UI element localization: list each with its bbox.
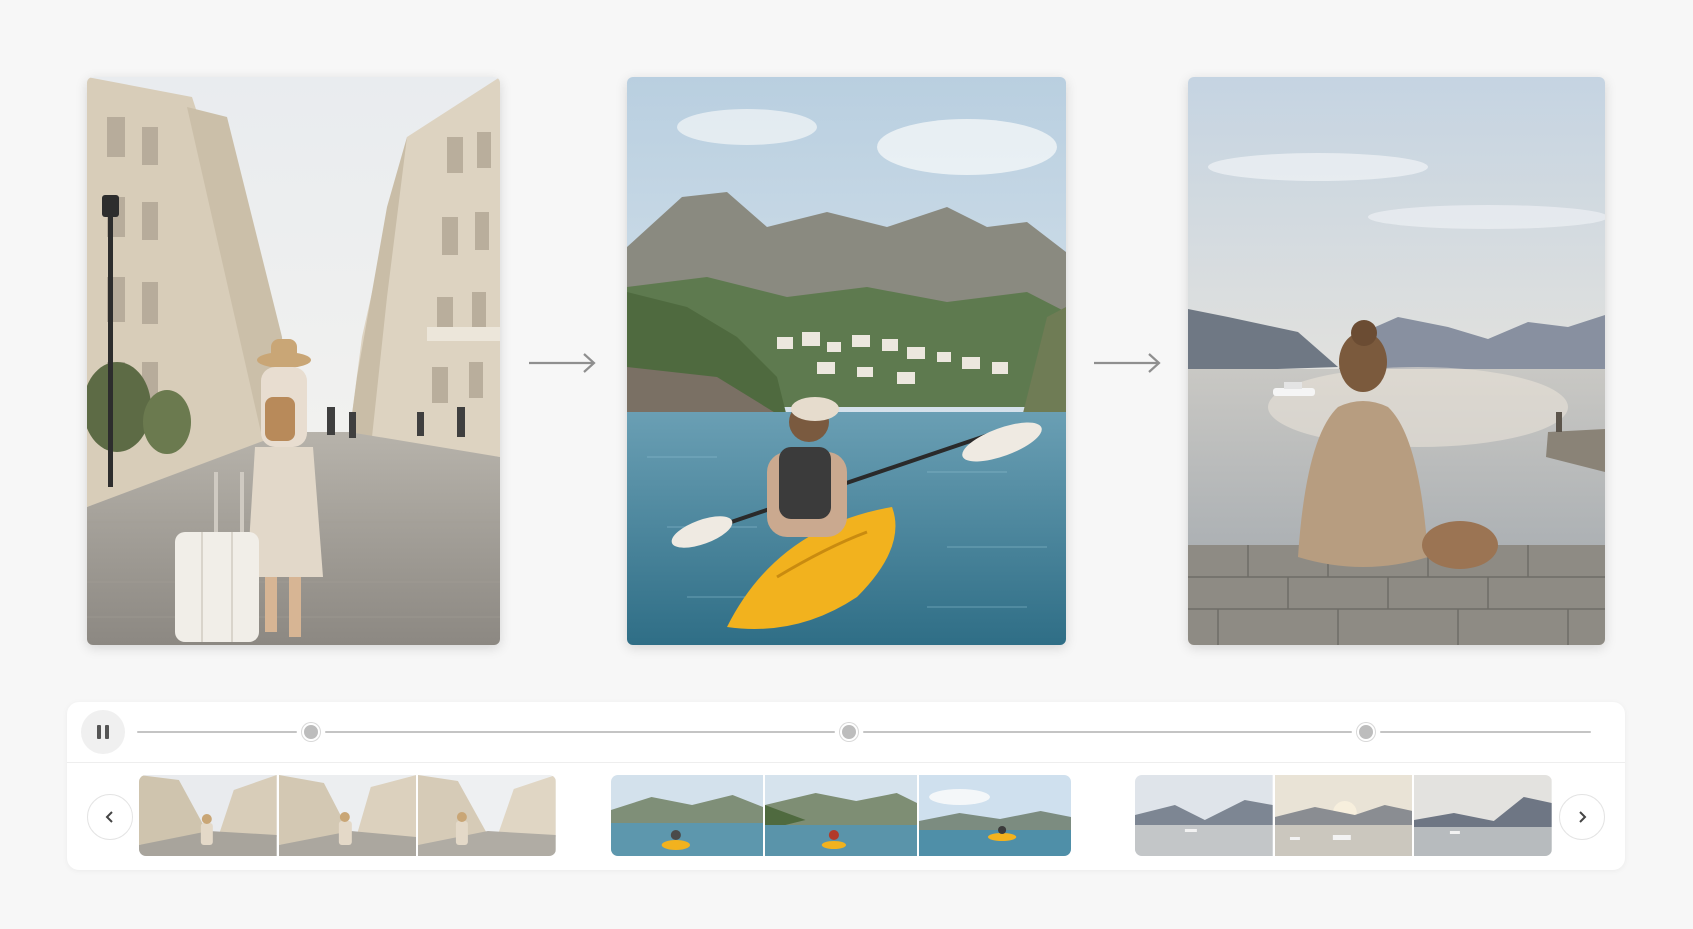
pause-button[interactable] bbox=[81, 710, 125, 754]
thumbnail-group-kayak[interactable] bbox=[611, 775, 1071, 856]
scene-image-kayak-sea bbox=[627, 77, 1066, 645]
arrow-right-icon bbox=[529, 353, 596, 373]
timeline-marker[interactable] bbox=[840, 723, 859, 741]
panel-divider bbox=[67, 762, 1625, 763]
thumbnail-frame[interactable] bbox=[418, 775, 556, 856]
timeline-segment bbox=[137, 731, 298, 733]
thumbnail-frame[interactable] bbox=[611, 775, 763, 856]
lake-sunset-illustration bbox=[1188, 77, 1605, 645]
scene-image-city-street bbox=[87, 77, 500, 645]
thumbnail-frame[interactable] bbox=[765, 775, 917, 856]
timeline-segment bbox=[863, 731, 1352, 733]
thumbnail-group-lake[interactable] bbox=[1135, 775, 1552, 856]
chevron-right-icon bbox=[1579, 811, 1587, 823]
scene-image-lake-sunset bbox=[1188, 77, 1605, 645]
media-player-panel bbox=[67, 702, 1625, 870]
previous-button[interactable] bbox=[87, 794, 133, 840]
thumbnail-group-city[interactable] bbox=[139, 775, 556, 856]
city-street-illustration bbox=[87, 77, 500, 645]
pause-icon bbox=[95, 725, 111, 739]
next-button[interactable] bbox=[1559, 794, 1605, 840]
thumbnail-frame[interactable] bbox=[919, 775, 1071, 856]
timeline-marker[interactable] bbox=[302, 723, 321, 741]
thumbnail-frame[interactable] bbox=[1414, 775, 1552, 856]
thumbnail-frame[interactable] bbox=[1135, 775, 1273, 856]
thumbnail-frame[interactable] bbox=[1274, 775, 1413, 856]
thumbnail-frame[interactable] bbox=[278, 775, 417, 856]
kayak-sea-illustration bbox=[627, 77, 1066, 645]
timeline-segment bbox=[325, 731, 836, 733]
arrow-right-icon bbox=[1094, 353, 1161, 373]
timeline-marker[interactable] bbox=[1356, 723, 1375, 741]
timeline-segment bbox=[1379, 731, 1591, 733]
timeline-track[interactable] bbox=[137, 723, 1591, 741]
chevron-left-icon bbox=[105, 811, 113, 823]
thumbnail-frame[interactable] bbox=[139, 775, 277, 856]
